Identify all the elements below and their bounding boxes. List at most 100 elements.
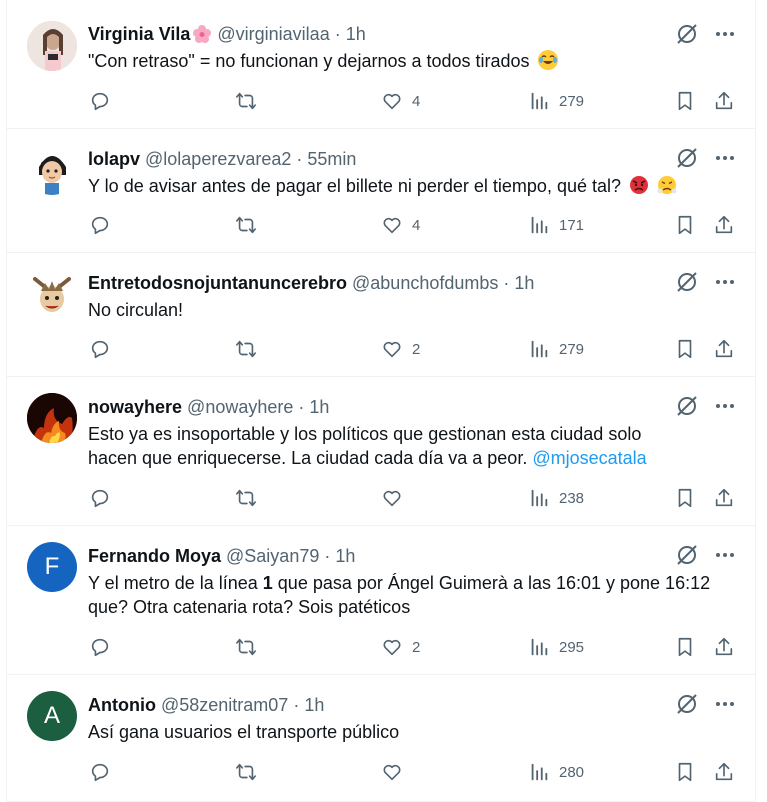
- reply-button[interactable]: [89, 760, 111, 784]
- timestamp[interactable]: 1h: [309, 397, 329, 418]
- like-button[interactable]: [381, 486, 412, 510]
- avatar[interactable]: [27, 269, 77, 319]
- retweet-button[interactable]: [235, 760, 257, 784]
- author-name[interactable]: Antonio: [88, 695, 156, 716]
- avatar[interactable]: [27, 21, 77, 71]
- more-options-icon[interactable]: [713, 394, 737, 418]
- share-button[interactable]: [713, 760, 735, 784]
- tweet-text: Y lo de avisar antes de pagar el billete…: [88, 174, 728, 198]
- author-handle[interactable]: @abunchofdumbs: [352, 273, 498, 294]
- author-handle[interactable]: @virginiavilaa: [217, 24, 329, 45]
- author-name[interactable]: lolapv: [88, 149, 140, 170]
- views-chart-icon: [531, 489, 548, 507]
- reply-icon: [91, 340, 109, 359]
- more-options-icon[interactable]: [713, 543, 737, 567]
- like-button[interactable]: [381, 760, 412, 784]
- reply-button[interactable]: [89, 213, 111, 237]
- bookmark-button[interactable]: [674, 760, 696, 784]
- author-name[interactable]: nowayhere: [88, 397, 182, 418]
- bookmark-button[interactable]: [674, 486, 696, 510]
- avatar-cartoon-icon: [27, 145, 77, 195]
- share-icon: [715, 215, 733, 234]
- author-handle[interactable]: @58zenitram07: [161, 695, 288, 716]
- reply-button[interactable]: [89, 337, 111, 361]
- tweet[interactable]: Virginia Vila @virginiavilaa · 1h "Con r…: [7, 0, 755, 129]
- separator-dot: ·: [296, 148, 303, 169]
- avatar[interactable]: F: [27, 542, 77, 592]
- views-button[interactable]: 279: [528, 337, 584, 361]
- bookmark-button[interactable]: [674, 635, 696, 659]
- reply-button[interactable]: [89, 635, 111, 659]
- mention-link[interactable]: @mjosecatala: [532, 448, 646, 468]
- views-button[interactable]: 238: [528, 486, 584, 510]
- views-button[interactable]: 280: [528, 760, 584, 784]
- view-count: 238: [559, 489, 585, 507]
- author-name[interactable]: Fernando Moya: [88, 546, 221, 567]
- tweet-text-line: Y el metro de la línea 1 que pasa por Án…: [88, 571, 728, 595]
- retweet-button[interactable]: [235, 337, 257, 361]
- author-name[interactable]: Virginia Vila: [88, 24, 190, 45]
- avatar[interactable]: [27, 145, 77, 195]
- reply-button[interactable]: [89, 89, 111, 113]
- retweet-icon: [236, 763, 256, 781]
- author-handle[interactable]: @lolaperezvarea2: [145, 149, 291, 170]
- more-options-icon[interactable]: [713, 270, 737, 294]
- tweet-text: Y el metro de la línea 1 que pasa por Án…: [88, 571, 728, 619]
- share-button[interactable]: [713, 213, 735, 237]
- avatar[interactable]: [27, 393, 77, 443]
- bookmark-icon: [678, 637, 692, 657]
- author-handle[interactable]: @Saiyan79: [226, 546, 319, 567]
- tweet[interactable]: lolapv @lolaperezvarea2 · 55min Y lo de …: [7, 129, 755, 253]
- author-handle[interactable]: @nowayhere: [187, 397, 293, 418]
- share-button[interactable]: [713, 635, 735, 659]
- avatar-illustration-icon: [27, 269, 77, 319]
- separator-dot: ·: [293, 694, 300, 715]
- like-button[interactable]: 2: [381, 635, 420, 659]
- tweet[interactable]: A Antonio @58zenitram07 · 1h Así gana us…: [7, 675, 755, 802]
- tweet-text-bold: 1: [262, 573, 273, 593]
- reply-button[interactable]: [89, 486, 111, 510]
- separator-dot: ·: [298, 396, 305, 417]
- grok-icon[interactable]: [675, 543, 699, 567]
- views-button[interactable]: 295: [528, 635, 584, 659]
- tweet[interactable]: Entretodosnojuntanuncerebro @abunchofdum…: [7, 253, 755, 377]
- like-button[interactable]: 4: [381, 89, 420, 113]
- grok-icon[interactable]: [675, 692, 699, 716]
- more-options-icon[interactable]: [713, 22, 737, 46]
- like-button[interactable]: 2: [381, 337, 420, 361]
- views-button[interactable]: 171: [528, 213, 584, 237]
- more-options-icon[interactable]: [713, 692, 737, 716]
- timestamp[interactable]: 1h: [304, 695, 324, 716]
- more-options-icon[interactable]: [713, 146, 737, 170]
- share-button[interactable]: [713, 486, 735, 510]
- views-button[interactable]: 279: [528, 89, 584, 113]
- grok-icon[interactable]: [675, 146, 699, 170]
- avatar-photo-icon: [27, 21, 77, 71]
- tweet-text-body: Y el metro de la línea: [88, 573, 263, 593]
- reply-icon: [91, 763, 109, 782]
- retweet-button[interactable]: [235, 89, 257, 113]
- bookmark-button[interactable]: [674, 213, 696, 237]
- share-button[interactable]: [713, 337, 735, 361]
- bookmark-button[interactable]: [674, 337, 696, 361]
- timestamp[interactable]: 1h: [346, 24, 366, 45]
- tweet[interactable]: F Fernando Moya @Saiyan79 · 1h Y el metr…: [7, 526, 755, 675]
- tweet-actions: 238: [88, 483, 748, 513]
- like-count: 2: [412, 340, 421, 358]
- avatar[interactable]: A: [27, 691, 77, 741]
- like-button[interactable]: 4: [381, 213, 420, 237]
- retweet-button[interactable]: [235, 486, 257, 510]
- grok-icon[interactable]: [675, 270, 699, 294]
- author-name[interactable]: Entretodosnojuntanuncerebro: [88, 273, 347, 294]
- timestamp[interactable]: 1h: [514, 273, 534, 294]
- grok-icon[interactable]: [675, 22, 699, 46]
- timestamp[interactable]: 1h: [335, 546, 355, 567]
- timestamp[interactable]: 55min: [307, 149, 356, 170]
- tweet[interactable]: nowayhere @nowayhere · 1h Esto ya es ins…: [7, 377, 755, 526]
- grok-icon[interactable]: [675, 394, 699, 418]
- bookmark-button[interactable]: [674, 89, 696, 113]
- heart-icon: [383, 490, 401, 507]
- retweet-button[interactable]: [235, 635, 257, 659]
- share-button[interactable]: [713, 89, 735, 113]
- retweet-button[interactable]: [235, 213, 257, 237]
